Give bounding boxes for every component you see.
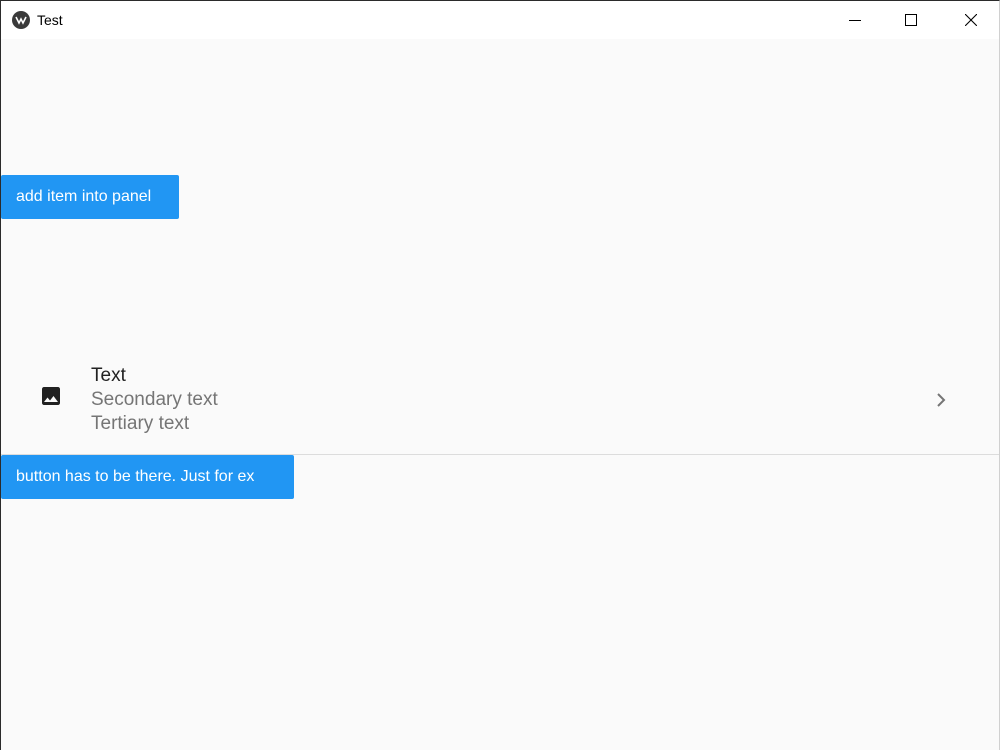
maximize-button[interactable] xyxy=(888,1,934,39)
image-icon xyxy=(42,387,60,405)
list-item-primary-text: Text xyxy=(91,365,126,386)
content-area: add item into panel Text Secondary text … xyxy=(1,39,999,750)
three-line-list-item[interactable]: Text Secondary text Tertiary text xyxy=(1,359,999,454)
kivy-logo-icon xyxy=(12,11,30,29)
minimize-icon xyxy=(849,20,861,21)
maximize-icon xyxy=(905,14,917,26)
close-icon xyxy=(965,14,977,26)
list-item-tertiary-text: Tertiary text xyxy=(91,413,190,434)
add-item-button[interactable]: add item into panel xyxy=(1,175,179,219)
close-button[interactable] xyxy=(948,1,994,39)
app-window: Test add item into panel Text Secondary xyxy=(0,0,1000,750)
title-bar[interactable]: Test xyxy=(1,1,999,39)
minimize-button[interactable] xyxy=(832,1,878,39)
chevron-right-icon[interactable] xyxy=(934,392,948,408)
example-button[interactable]: button has to be there. Just for ex xyxy=(1,455,294,499)
list-item-secondary-text: Secondary text xyxy=(91,389,218,410)
window-title: Test xyxy=(37,12,63,28)
